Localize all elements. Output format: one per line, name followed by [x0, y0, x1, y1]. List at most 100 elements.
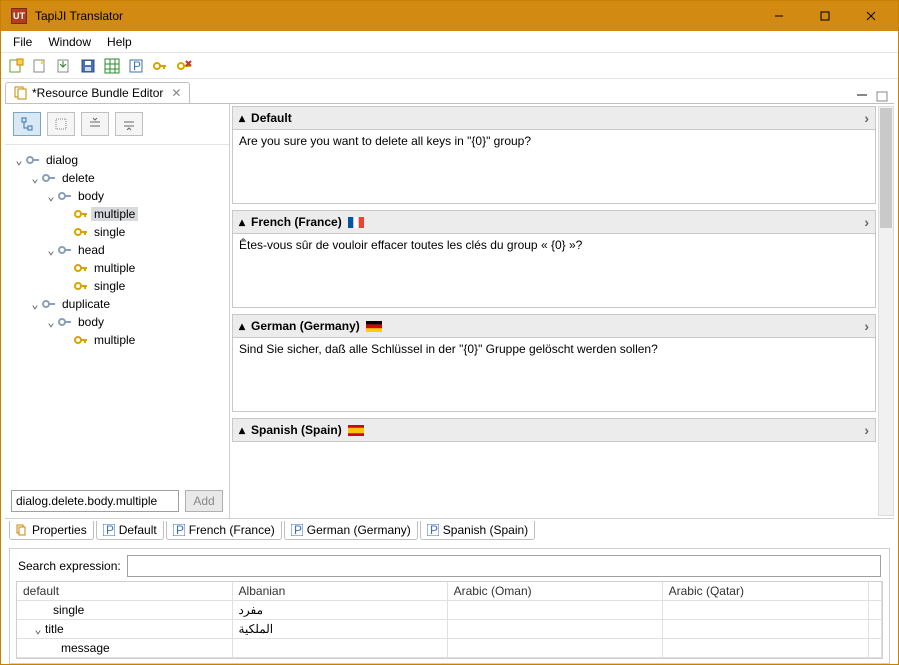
tree-collapse-icon[interactable]	[115, 112, 143, 136]
keypath-row: Add	[5, 484, 229, 518]
app-icon: UT	[11, 8, 27, 24]
toolbar-key-delete-icon[interactable]	[175, 57, 193, 75]
flag-es-icon	[348, 425, 364, 436]
keypath-input[interactable]	[11, 490, 179, 512]
bottom-tab-label: Properties	[32, 523, 87, 537]
add-key-button[interactable]: Add	[185, 490, 223, 512]
menu-window[interactable]: Window	[40, 33, 99, 51]
lang-header-default[interactable]: ▴ Default ›	[232, 106, 876, 130]
chevron-right-icon[interactable]: ›	[864, 422, 869, 438]
main-toolbar: P	[1, 53, 898, 79]
grid-header-default[interactable]: default	[17, 582, 232, 601]
app-window: UT TapiJI Translator File Window Help P …	[0, 0, 899, 665]
key-icon	[25, 152, 41, 168]
search-input[interactable]	[127, 555, 881, 577]
vertical-scrollbar[interactable]	[878, 106, 894, 516]
grid-header-arabic-oman[interactable]: Arabic (Oman)	[447, 582, 662, 601]
bottom-tab-default[interactable]: P Default	[96, 521, 164, 540]
tree-node-delete-head-single[interactable]: single	[9, 277, 225, 295]
lang-header-es[interactable]: ▴ Spanish (Spain) ›	[232, 418, 876, 442]
scrollbar-thumb[interactable]	[880, 108, 892, 228]
p-icon: P	[173, 524, 185, 536]
chevron-right-icon[interactable]: ›	[864, 214, 869, 230]
chevron-right-icon[interactable]: ›	[864, 318, 869, 334]
maximize-view-icon[interactable]	[876, 91, 890, 103]
bottom-tab-fr[interactable]: PFrench (France)	[166, 521, 282, 540]
key-tree[interactable]: ⌄dialog ⌄delete ⌄body multiple single ⌄h…	[5, 145, 229, 484]
toolbar-open-icon[interactable]	[31, 57, 49, 75]
search-bar: Search expression:	[18, 555, 881, 577]
key-icon	[57, 314, 73, 330]
bundle-icon	[14, 86, 28, 100]
lang-text-de[interactable]	[233, 338, 875, 408]
key-icon	[73, 224, 89, 240]
translation-pane: ▴ Default › ▴ French (France) ›	[230, 104, 894, 518]
lang-text-fr[interactable]	[233, 234, 875, 304]
menu-file[interactable]: File	[5, 33, 40, 51]
menubar: File Window Help	[1, 31, 898, 53]
tree-node-duplicate-body[interactable]: ⌄body	[9, 313, 225, 331]
tree-node-duplicate-body-multiple[interactable]: multiple	[9, 331, 225, 349]
close-tab-icon[interactable]: ✕	[171, 86, 181, 100]
toolbar-properties-icon[interactable]: P	[127, 57, 145, 75]
tree-node-delete-head[interactable]: ⌄head	[9, 241, 225, 259]
tree-toolbar	[5, 104, 229, 145]
minimize-view-icon[interactable]	[856, 91, 870, 103]
editor-tab[interactable]: *Resource Bundle Editor ✕	[5, 82, 190, 103]
toolbar-key-icon[interactable]	[151, 57, 169, 75]
toolbar-save-icon[interactable]	[79, 57, 97, 75]
tree-mode-flat-icon[interactable]	[47, 112, 75, 136]
lang-label: German (Germany)	[251, 319, 360, 333]
table-row[interactable]: singleمفرد	[17, 601, 882, 620]
tree-mode-hierarchy-icon[interactable]	[13, 112, 41, 136]
tree-node-duplicate[interactable]: ⌄duplicate	[9, 295, 225, 313]
key-icon	[57, 188, 73, 204]
lang-section-es: ▴ Spanish (Spain) ›	[232, 418, 876, 442]
table-row[interactable]: ⌄titleالملكية	[17, 620, 882, 639]
bottom-tab-de[interactable]: PGerman (Germany)	[284, 521, 418, 540]
lang-label: Default	[251, 111, 292, 125]
bottom-tab-label: Default	[119, 523, 157, 537]
menu-help[interactable]: Help	[99, 33, 140, 51]
key-icon	[73, 260, 89, 276]
close-button[interactable]	[848, 1, 894, 31]
lang-section-default: ▴ Default ›	[232, 106, 876, 204]
editor-tabstrip: *Resource Bundle Editor ✕	[1, 79, 898, 103]
bottom-tab-properties[interactable]: Properties	[9, 521, 94, 540]
maximize-button[interactable]	[802, 1, 848, 31]
search-label: Search expression:	[18, 559, 121, 573]
key-icon	[41, 296, 57, 312]
titlebar[interactable]: UT TapiJI Translator	[1, 1, 898, 31]
chevron-right-icon[interactable]: ›	[864, 110, 869, 126]
tree-expand-icon[interactable]	[81, 112, 109, 136]
minimize-button[interactable]	[756, 1, 802, 31]
editor-tab-label: *Resource Bundle Editor	[32, 86, 163, 100]
lang-header-fr[interactable]: ▴ French (France) ›	[232, 210, 876, 234]
toolbar-import-icon[interactable]	[55, 57, 73, 75]
grid-header-arabic-qatar[interactable]: Arabic (Qatar)	[662, 582, 868, 601]
lang-text-default[interactable]	[233, 130, 875, 200]
p-icon: P	[427, 524, 439, 536]
tree-node-delete-body-single[interactable]: single	[9, 223, 225, 241]
tree-node-delete-head-multiple[interactable]: multiple	[9, 259, 225, 277]
tree-node-delete[interactable]: ⌄delete	[9, 169, 225, 187]
collapse-icon: ▴	[239, 423, 245, 437]
lang-label: Spanish (Spain)	[251, 423, 342, 437]
bottom-tab-es[interactable]: PSpanish (Spain)	[420, 521, 535, 540]
key-icon	[73, 278, 89, 294]
tree-node-delete-body-multiple[interactable]: multiple	[9, 205, 225, 223]
toolbar-grid-icon[interactable]	[103, 57, 121, 75]
lang-label: French (France)	[251, 215, 342, 229]
lang-header-de[interactable]: ▴ German (Germany) ›	[232, 314, 876, 338]
tree-node-delete-body[interactable]: ⌄body	[9, 187, 225, 205]
tree-node-dialog[interactable]: ⌄dialog	[9, 151, 225, 169]
toolbar-new-icon[interactable]	[7, 57, 25, 75]
p-icon: P	[291, 524, 303, 536]
grid-header-albanian[interactable]: Albanian	[232, 582, 447, 601]
tree-pane: ⌄dialog ⌄delete ⌄body multiple single ⌄h…	[5, 104, 230, 518]
table-row[interactable]: message	[17, 639, 882, 658]
key-icon	[57, 242, 73, 258]
collapse-icon: ▴	[239, 319, 245, 333]
results-grid[interactable]: default Albanian Arabic (Oman) Arabic (Q…	[16, 581, 883, 659]
p-icon: P	[103, 524, 115, 536]
